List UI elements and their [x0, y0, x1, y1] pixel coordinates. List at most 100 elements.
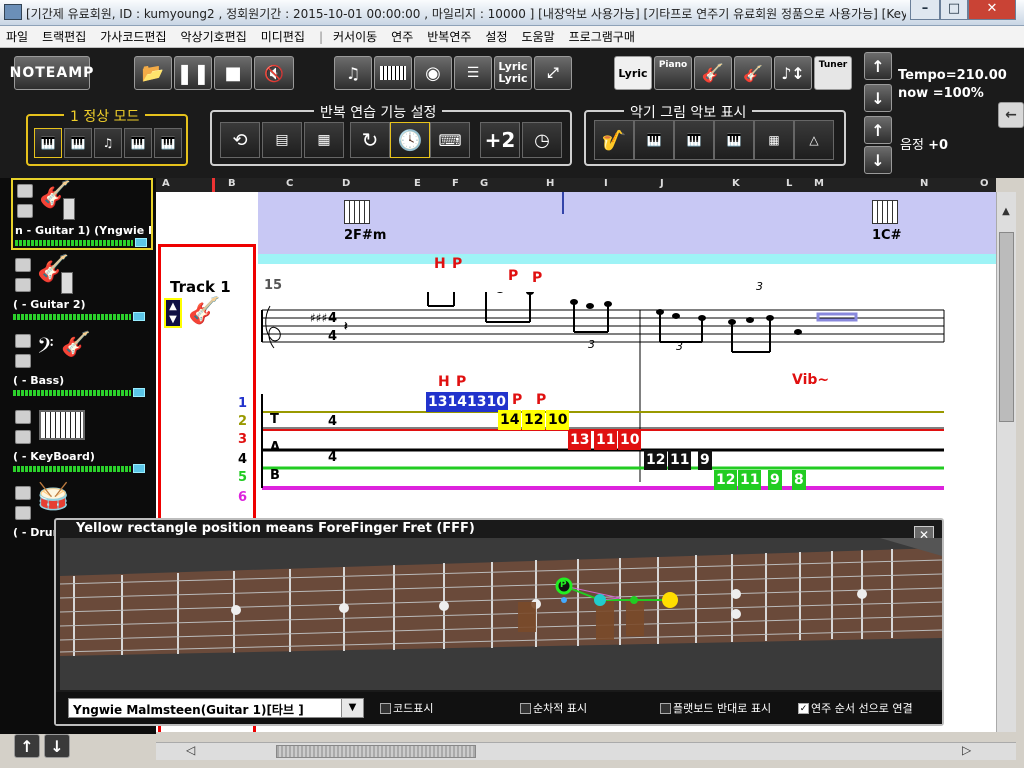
lyric-window-button[interactable]: Lyric: [614, 56, 652, 90]
tab-note-green[interactable]: 9: [768, 470, 782, 490]
menu-settings[interactable]: 설정: [485, 28, 507, 45]
speaker-icon[interactable]: [15, 486, 31, 500]
tab-note-yellow[interactable]: 12: [522, 410, 546, 430]
track-item-guitar1[interactable]: 🎸 n - Guitar 1) (Yngwie Mal: [11, 178, 153, 250]
pitch-up-button[interactable]: ↑: [864, 116, 892, 144]
mute-button[interactable]: 🔇: [254, 56, 294, 90]
pause-button[interactable]: ❚❚: [174, 56, 212, 90]
triangle-chart-button[interactable]: △: [794, 120, 834, 160]
guitar-window-button[interactable]: 🎸: [694, 56, 732, 90]
piano-view-button[interactable]: [374, 56, 412, 90]
scroll-up-icon[interactable]: ▲: [998, 206, 1014, 222]
tempo-up-button[interactable]: ↑: [864, 52, 892, 80]
track-scroll-down-button[interactable]: ↓: [44, 734, 70, 758]
tab-note-green[interactable]: 12: [714, 470, 738, 490]
track-item-keyboard[interactable]: ( - KeyBoard): [11, 406, 153, 478]
eye-icon[interactable]: [15, 354, 31, 368]
lyric-display-button[interactable]: Lyric Lyric: [494, 56, 532, 90]
menu-play[interactable]: 연주: [391, 28, 413, 45]
repeat-clock-button[interactable]: 🕓: [390, 122, 430, 158]
speaker-icon[interactable]: [17, 184, 33, 198]
staff-button[interactable]: ☰: [454, 56, 492, 90]
tab-note-red[interactable]: 11: [594, 430, 618, 450]
piano-note-button[interactable]: 🎹: [674, 120, 714, 160]
guitar-fretboard[interactable]: P: [60, 538, 942, 690]
fullscreen-button[interactable]: ⤢: [534, 56, 572, 90]
horizontal-scrollbar[interactable]: ◁ ▷: [156, 742, 1016, 760]
mode-button-4[interactable]: 🎹: [124, 128, 152, 158]
chord-display-checkbox[interactable]: 코드표시: [380, 700, 433, 716]
tuner-button[interactable]: Tuner: [814, 56, 852, 90]
sax-button[interactable]: 🎷: [594, 120, 634, 160]
tab-note-yellow[interactable]: 14: [498, 410, 522, 430]
checkbox-box[interactable]: [520, 702, 531, 714]
piano-color-button[interactable]: 🎹: [714, 120, 754, 160]
guitar-neck-button[interactable]: 🎸: [734, 56, 772, 90]
eye-icon[interactable]: [15, 430, 31, 444]
maximize-button[interactable]: □: [940, 0, 968, 20]
tab-note-black[interactable]: 9: [698, 450, 712, 470]
notes-view-button[interactable]: ♫: [334, 56, 372, 90]
stop-button[interactable]: ■: [214, 56, 252, 90]
horizontal-scroll-thumb[interactable]: [276, 745, 476, 758]
menu-repeat-play[interactable]: 반복연주: [427, 28, 471, 45]
repeat-score-button[interactable]: ▦: [304, 122, 344, 158]
eye-icon[interactable]: [15, 506, 31, 520]
tab-note-green[interactable]: 11: [738, 470, 762, 490]
connect-line-checkbox[interactable]: ✓ 연주 순서 선으로 연결: [798, 700, 913, 716]
minimize-button[interactable]: –: [910, 0, 940, 20]
checkbox-box[interactable]: [380, 702, 391, 714]
repeat-box-button[interactable]: ⟲: [220, 122, 260, 158]
mode-button-3[interactable]: ♫: [94, 128, 122, 158]
plus-two-button[interactable]: +2: [480, 122, 520, 158]
close-button[interactable]: ✕: [968, 0, 1016, 20]
flip-fretboard-checkbox[interactable]: 플랫보드 반대로 표시: [660, 700, 771, 716]
pitch-down-button[interactable]: ↓: [864, 146, 892, 174]
menu-help[interactable]: 도움말: [522, 28, 555, 45]
metronome-button[interactable]: ◷: [522, 122, 562, 158]
track-select[interactable]: Yngwie Malmsteen(Guitar 1)[타브 ] ▼: [68, 698, 364, 718]
menu-lyric-chord-edit[interactable]: 가사코드편집: [100, 28, 166, 45]
chevron-down-icon[interactable]: ▼: [341, 699, 363, 717]
tab-note-red[interactable]: 13: [568, 430, 592, 450]
eye-icon[interactable]: [15, 278, 31, 292]
speaker-icon[interactable]: [15, 334, 31, 348]
repeat-section-button[interactable]: ▤: [262, 122, 302, 158]
tab-note-black[interactable]: 11: [668, 450, 692, 470]
track-order-arrows[interactable]: ▲ ▼: [164, 298, 182, 328]
mode-button-2[interactable]: 🎹: [64, 128, 92, 158]
tab-note-yellow[interactable]: 10: [546, 410, 570, 430]
noteamp-logo-button[interactable]: NOTEAMP: [10, 56, 93, 90]
menu-symbol-edit[interactable]: 악상기호편집: [181, 28, 247, 45]
tab-notes-blue[interactable]: 13141310: [426, 392, 508, 412]
scroll-left-icon[interactable]: ◁: [186, 743, 206, 759]
keyboard-notes-button[interactable]: 🎹: [634, 120, 674, 160]
note-pitch-button[interactable]: ♪↕: [774, 56, 812, 90]
piano-window-button[interactable]: Piano: [654, 56, 692, 90]
vertical-scrollbar[interactable]: ▲: [996, 192, 1016, 732]
mode-button-1[interactable]: 🎹: [34, 128, 62, 158]
speaker-icon[interactable]: [15, 410, 31, 424]
speaker-icon[interactable]: [15, 258, 31, 272]
sequential-display-checkbox[interactable]: 순차적 표시: [520, 700, 587, 716]
repeat-loop-button[interactable]: ↻: [350, 122, 390, 158]
panel-toggle-button[interactable]: ←: [998, 102, 1024, 128]
cd-button[interactable]: ◉: [414, 56, 452, 90]
menu-purchase[interactable]: 프로그램구매: [569, 28, 635, 45]
tempo-down-button[interactable]: ↓: [864, 84, 892, 112]
scroll-right-icon[interactable]: ▷: [962, 743, 982, 759]
fretboard-window[interactable]: Yellow rectangle position means ForeFing…: [54, 518, 944, 726]
tab-note-green[interactable]: 8: [792, 470, 806, 490]
tab-note-red[interactable]: 10: [618, 430, 642, 450]
checkbox-box[interactable]: [660, 702, 671, 714]
menu-cursor-move[interactable]: 커서이동: [333, 28, 377, 45]
checkbox-checked[interactable]: ✓: [798, 702, 809, 714]
eye-icon[interactable]: [17, 204, 33, 218]
vertical-scroll-thumb[interactable]: [999, 232, 1014, 422]
open-folder-button[interactable]: 📂: [134, 56, 172, 90]
track-item-bass[interactable]: 𝄢 🎸 ( - Bass): [11, 330, 153, 402]
menu-file[interactable]: 파일: [6, 28, 28, 45]
chord-chart-button[interactable]: ▦: [754, 120, 794, 160]
track-item-guitar2[interactable]: 🎸 ( - Guitar 2): [11, 254, 153, 326]
tab-note-black[interactable]: 12: [644, 450, 668, 470]
